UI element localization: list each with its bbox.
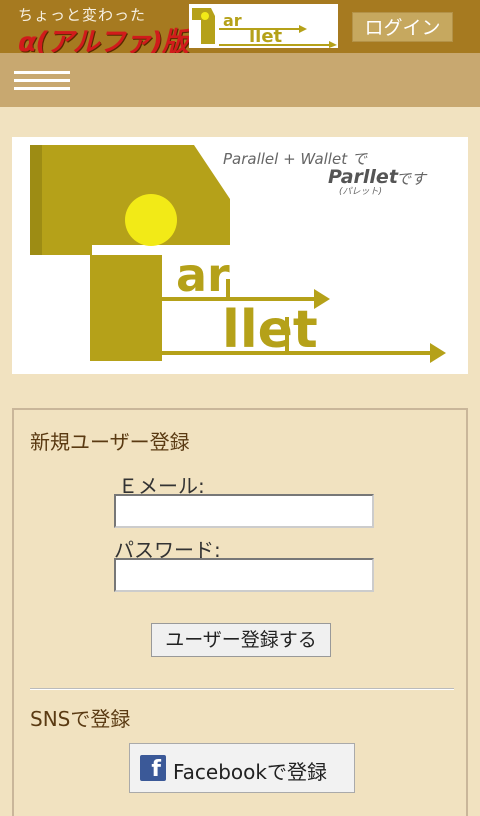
registration-panel: 新規ユーザー登録 Ｅメール: パスワード: ユーザー登録する SNSで登録 f …: [12, 408, 468, 816]
banner-reading: (パレット): [339, 187, 383, 197]
password-field[interactable]: [114, 558, 374, 592]
register-title: 新規ユーザー登録: [30, 430, 190, 454]
top-bar: ちょっと変わった α(アルファ)版 ar llet ログイン: [0, 0, 480, 58]
nav-bar: [0, 53, 480, 107]
parllet-logo-small[interactable]: ar llet: [189, 4, 338, 48]
menu-line: [14, 79, 70, 82]
sns-title: SNSで登録: [30, 707, 131, 731]
svg-text:ar: ar: [176, 248, 230, 302]
parllet-banner: ar llet Parallel + Wallet で Parllet です (…: [12, 137, 468, 374]
facebook-register-button[interactable]: f Facebookで登録: [129, 743, 355, 793]
parllet-logo-icon: ar llet: [189, 4, 338, 48]
facebook-register-label: Facebookで登録: [173, 760, 327, 784]
section-divider: [30, 688, 454, 690]
email-field[interactable]: [114, 494, 374, 528]
hamburger-menu-icon[interactable]: [14, 68, 70, 94]
banner-suffix: です: [396, 170, 427, 188]
svg-text:ar: ar: [223, 11, 242, 30]
facebook-icon: f: [140, 755, 166, 782]
menu-line: [14, 71, 70, 74]
register-submit-button[interactable]: ユーザー登録する: [151, 623, 331, 657]
menu-line: [14, 87, 70, 90]
login-button[interactable]: ログイン: [352, 12, 453, 42]
svg-text:llet: llet: [222, 300, 318, 360]
